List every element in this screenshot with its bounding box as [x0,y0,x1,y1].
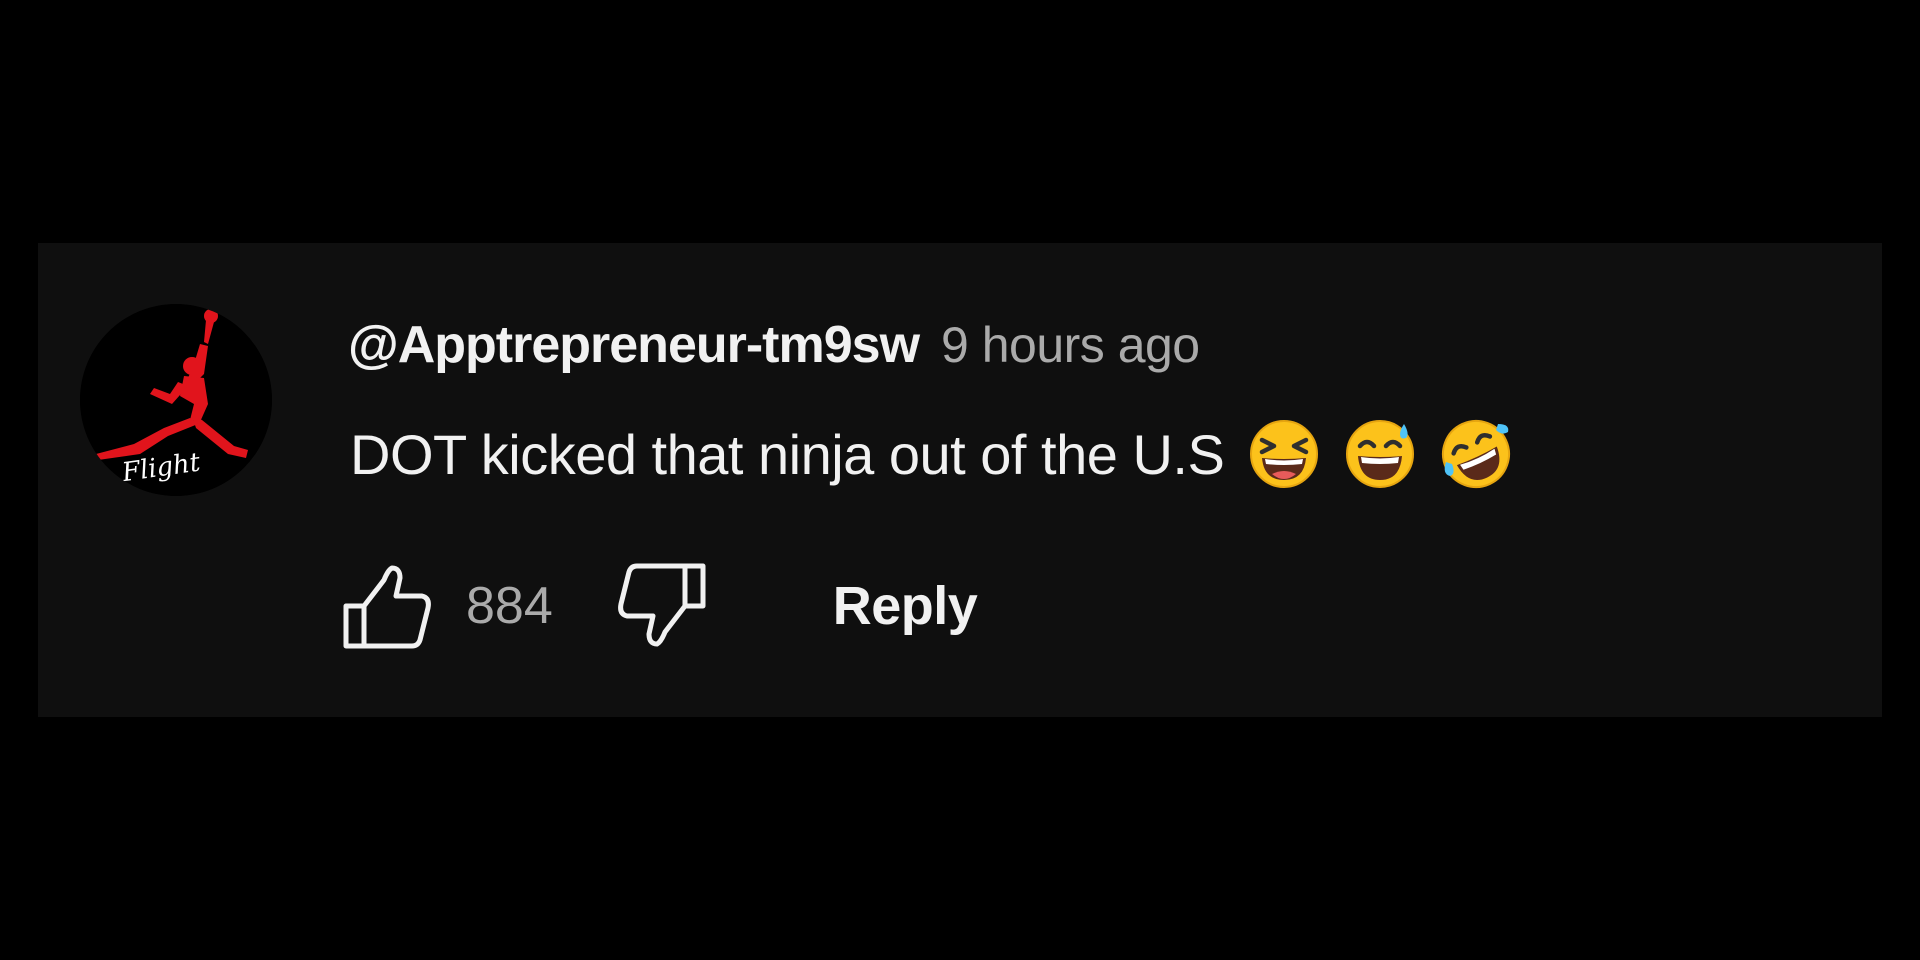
dislike-button[interactable] [617,560,709,652]
like-count: 884 [466,577,553,635]
comment-text: DOT kicked that ninja out of the U.S [350,422,1225,486]
laughing-squinting-face-emoji [1248,418,1320,490]
like-button[interactable] [340,560,432,652]
avatar[interactable]: Flight [80,304,272,496]
comment-header: @Apptrepreneur-tm9sw 9 hours ago [348,315,1200,375]
comment-body: DOT kicked that ninja out of the U.S [350,418,1512,490]
comment-actions: 884 Reply [340,560,978,652]
reply-button[interactable]: Reply [833,575,978,637]
jumpman-logo-icon: Flight [80,304,272,496]
thumbs-down-icon [617,563,706,647]
author-name[interactable]: @Apptrepreneur-tm9sw [348,315,920,375]
comment-card: Flight @Apptrepreneur-tm9sw 9 hours ago … [38,243,1882,717]
grinning-sweat-face-emoji [1344,418,1416,490]
rolling-on-floor-laughing-emoji [1440,418,1512,490]
comment-timestamp[interactable]: 9 hours ago [941,316,1200,374]
thumbs-up-icon [343,565,431,649]
